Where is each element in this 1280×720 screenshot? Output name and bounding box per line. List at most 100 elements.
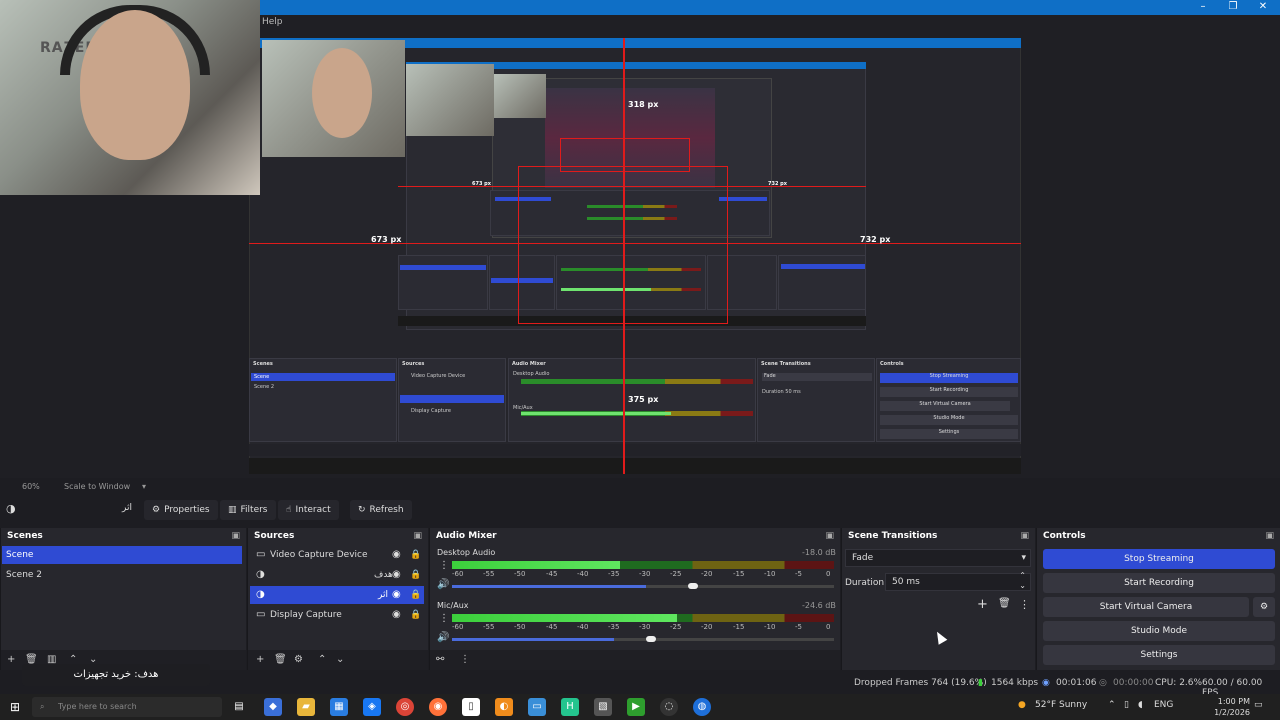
undock-icon[interactable]: ▣ — [231, 531, 240, 541]
chevron-up-icon[interactable]: ⌃ — [1108, 700, 1116, 710]
store-icon[interactable]: ▦ — [330, 698, 348, 716]
task-view-icon[interactable]: ▤ — [230, 698, 248, 716]
add-icon[interactable]: + — [7, 654, 15, 665]
source-item-video-capture[interactable]: ▭ Video Capture Device ◉ 🔒 — [250, 546, 424, 564]
eye-icon[interactable]: ◉ — [392, 586, 401, 604]
browser-icon: ◑ — [256, 569, 265, 580]
search-placeholder: Type here to search — [58, 702, 137, 711]
undock-icon[interactable]: ▣ — [825, 531, 834, 541]
source-item-display-capture[interactable]: ▭ Display Capture ◉ 🔒 — [250, 606, 424, 624]
copilot-icon[interactable]: ◆ — [264, 698, 282, 716]
windows-taskbar: ⊞ ⌕ Type here to search ▤ ◆ ▰ ▦ ◈ ◎ ◉ ▯ … — [0, 694, 1280, 720]
tool-icon[interactable]: ▧ — [594, 698, 612, 716]
level-meter-active-mic — [452, 614, 677, 622]
language-indicator[interactable]: ENG — [1154, 700, 1173, 710]
clock[interactable]: 1:00 PM 1/2/2026 — [1214, 696, 1250, 718]
lock-icon[interactable]: 🔒 — [410, 566, 421, 584]
play-icon[interactable]: ▶ — [627, 698, 645, 716]
minimize-icon[interactable]: – — [1188, 1, 1218, 12]
lock-icon[interactable]: 🔒 — [410, 546, 421, 564]
h-app-icon[interactable]: H — [561, 698, 579, 716]
windows-start-icon[interactable]: ⊞ — [6, 698, 24, 716]
source-item-effect[interactable]: ◑ اثر ◉ 🔒 — [250, 586, 424, 604]
speaker-icon[interactable]: 🔊 — [437, 632, 449, 643]
more-icon[interactable]: ⋮ — [439, 560, 449, 571]
source-toolbar: ◑ اثر ⚙ Properties ▥ Filters ☝ Interact ↻ Re… — [0, 497, 1280, 523]
refresh-button[interactable]: ↻ Refresh — [350, 500, 412, 520]
eye-icon[interactable]: ◉ — [392, 606, 401, 624]
meter-tick-label: -5 — [795, 623, 802, 631]
speaker-icon[interactable]: 🔊 — [437, 579, 449, 590]
volume-knob-desktop[interactable] — [688, 583, 698, 589]
restore-icon[interactable]: ❐ — [1218, 1, 1248, 12]
meter-tick-label: -25 — [670, 570, 682, 578]
menu-help[interactable]: Help — [262, 17, 283, 27]
chevron-down-icon[interactable]: ▾ — [142, 482, 146, 491]
volume-knob-mic[interactable] — [646, 636, 656, 642]
add-icon[interactable]: + — [256, 654, 264, 665]
lock-icon[interactable]: 🔒 — [410, 606, 421, 624]
blender-icon[interactable]: ◐ — [495, 698, 513, 716]
weather-text[interactable]: 52°F Sunny — [1035, 700, 1087, 710]
document-icon[interactable]: ▯ — [462, 698, 480, 716]
trash-icon[interactable]: 🗑 — [274, 654, 287, 665]
firefox-icon[interactable]: ◉ — [429, 698, 447, 716]
obs-icon[interactable]: ◌ — [660, 698, 678, 716]
start-virtual-camera-button[interactable]: Start Virtual Camera — [1043, 597, 1249, 617]
record-icon: ◎ — [1099, 678, 1107, 688]
sound-icon[interactable]: ◖ — [1138, 700, 1143, 710]
add-icon[interactable]: + — [977, 597, 988, 612]
chrome-icon[interactable]: ◎ — [396, 698, 414, 716]
settings-button[interactable]: Settings — [1043, 645, 1275, 665]
undock-icon[interactable]: ▣ — [1020, 531, 1029, 541]
undock-icon[interactable]: ▣ — [413, 531, 422, 541]
source-item-goal[interactable]: ◑ هدف ◉ 🔒 — [250, 566, 424, 584]
app-icon[interactable]: ◈ — [363, 698, 381, 716]
trash-icon[interactable]: 🗑 — [998, 598, 1011, 609]
filters-button[interactable]: ▥ Filters — [220, 500, 276, 520]
scale-mode[interactable]: Scale to Window — [64, 482, 130, 491]
chevron-down-icon[interactable]: ⌄ — [336, 654, 344, 665]
interact-button[interactable]: ☝ Interact — [278, 500, 339, 520]
close-icon[interactable]: ✕ — [1248, 1, 1278, 12]
start-recording-button[interactable]: Start Recording — [1043, 573, 1275, 593]
file-explorer-icon[interactable]: ▰ — [297, 698, 315, 716]
notification-icon[interactable]: ▭ — [1254, 700, 1263, 710]
screen-icon[interactable]: ▭ — [528, 698, 546, 716]
meter-tick-label: -35 — [608, 570, 620, 578]
meter-tick-label: 0 — [826, 570, 831, 578]
virtual-camera-settings-button[interactable]: ⚙ — [1253, 597, 1275, 617]
meter-tick-label: -40 — [577, 570, 589, 578]
lock-icon[interactable]: 🔒 — [410, 586, 421, 604]
undock-icon[interactable]: ▣ — [1265, 531, 1274, 541]
properties-label: Properties — [164, 505, 210, 515]
properties-button[interactable]: ⚙ Properties — [144, 500, 218, 520]
gear-icon: ⚙ — [152, 505, 161, 515]
transition-select[interactable]: Fade ▾ — [845, 549, 1031, 567]
pointer-icon: ☝ — [286, 505, 292, 515]
browser-icon[interactable]: ◍ — [693, 698, 711, 716]
studio-mode-button[interactable]: Studio Mode — [1043, 621, 1275, 641]
gear-icon[interactable]: ⚙ — [294, 654, 303, 665]
webcam-feed: RAZER — [0, 0, 260, 195]
more-icon[interactable]: ⋮ — [460, 654, 470, 665]
level-meter-active-desktop — [452, 561, 620, 569]
scene-item-scene[interactable]: Scene — [2, 546, 242, 564]
stop-streaming-button[interactable]: Stop Streaming — [1043, 549, 1275, 569]
taskbar-search[interactable]: ⌕ Type here to search — [32, 697, 222, 717]
source-label: Display Capture — [270, 610, 342, 620]
more-icon[interactable]: ⋮ — [439, 613, 449, 624]
network-icon[interactable]: ▯ — [1124, 700, 1129, 710]
more-icon[interactable]: ⋮ — [1019, 598, 1030, 611]
eye-icon[interactable]: ◉ — [392, 566, 401, 584]
link-icon[interactable]: ⚯ — [436, 654, 444, 665]
scene-item-scene-2[interactable]: Scene 2 — [2, 566, 242, 584]
eye-icon[interactable]: ◉ — [392, 546, 401, 564]
stepper-icon[interactable]: ⌃ ⌄ — [1019, 571, 1026, 591]
duration-field[interactable]: 50 ms ⌃ ⌄ — [885, 571, 1031, 591]
meter-tick-label: -50 — [514, 570, 526, 578]
settings-label: Settings — [1140, 650, 1178, 660]
zoom-level[interactable]: 60% — [22, 482, 40, 491]
chevron-up-icon[interactable]: ⌃ — [318, 654, 326, 665]
nested2-scenes — [398, 255, 488, 310]
